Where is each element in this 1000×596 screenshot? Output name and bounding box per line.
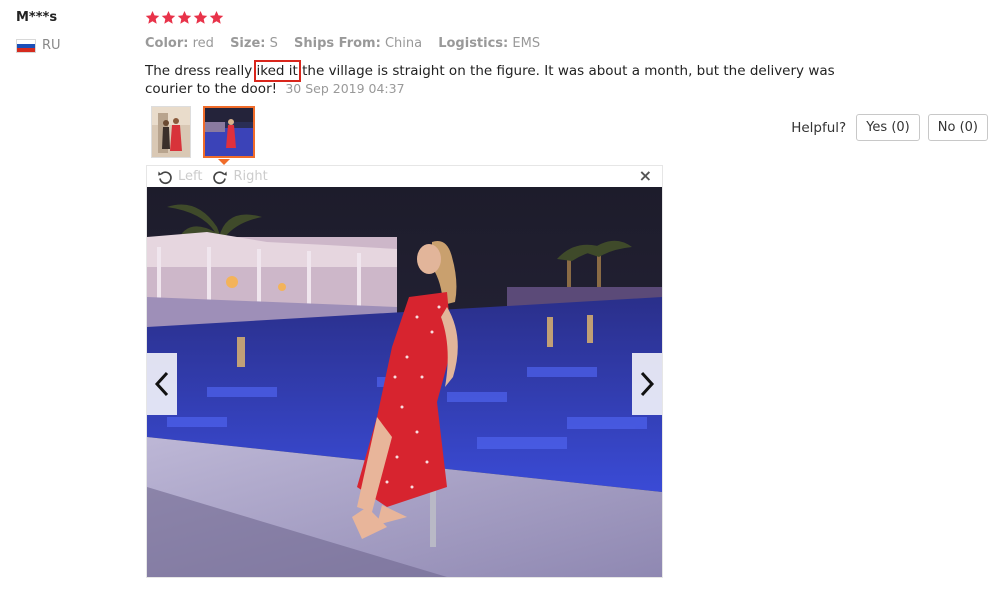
star-icon [145,10,160,24]
rotate-left-icon [158,170,172,184]
star-icon [193,10,208,24]
star-icon [209,10,224,24]
review-text: The dress really iked it the village is … [145,60,880,98]
star-rating [145,10,224,25]
attribute-color: Color: red [145,36,214,51]
highlighted-phrase: iked it [253,60,301,82]
country-code: RU [42,38,61,53]
review-text-start: The dress really [145,63,257,79]
reviewer-name: M***s [16,10,58,25]
review-date: 30 Sep 2019 04:37 [285,81,405,96]
attribute-size: Size: S [230,36,278,51]
helpful-vote: Helpful? Yes (0) No (0) [791,114,988,141]
helpful-label: Helpful? [791,119,847,136]
star-icon [177,10,192,24]
next-photo-button[interactable] [632,353,662,415]
rotate-left-label: Left [178,169,203,184]
close-viewer-button[interactable]: × [639,168,652,184]
rotate-left-button[interactable]: Left [157,169,202,185]
russia-flag-icon [16,38,36,53]
rotate-right-button[interactable]: Right [212,169,268,185]
photo-thumbnail-1[interactable] [151,106,191,158]
chevron-left-icon [154,371,169,397]
attribute-logistics: Logistics: EMS [438,36,541,51]
viewer-toolbar: Left Right × [147,166,662,187]
photo-viewer: Left Right × [146,165,663,578]
chevron-right-icon [640,371,655,397]
helpful-yes-button[interactable]: Yes (0) [856,114,920,141]
photo-thumbnails [151,106,255,158]
review-photo [147,187,662,577]
reviewer-country: RU [16,38,61,53]
rotate-right-label: Right [233,169,268,184]
previous-photo-button[interactable] [147,353,177,415]
star-icon [161,10,176,24]
photo-thumbnail-2[interactable] [203,106,255,158]
attribute-ships-from: Ships From: China [294,36,423,51]
order-attributes: Color: red Size: S Ships From: China Log… [145,36,552,51]
rotate-right-icon [213,170,228,184]
helpful-no-button[interactable]: No (0) [927,114,988,141]
